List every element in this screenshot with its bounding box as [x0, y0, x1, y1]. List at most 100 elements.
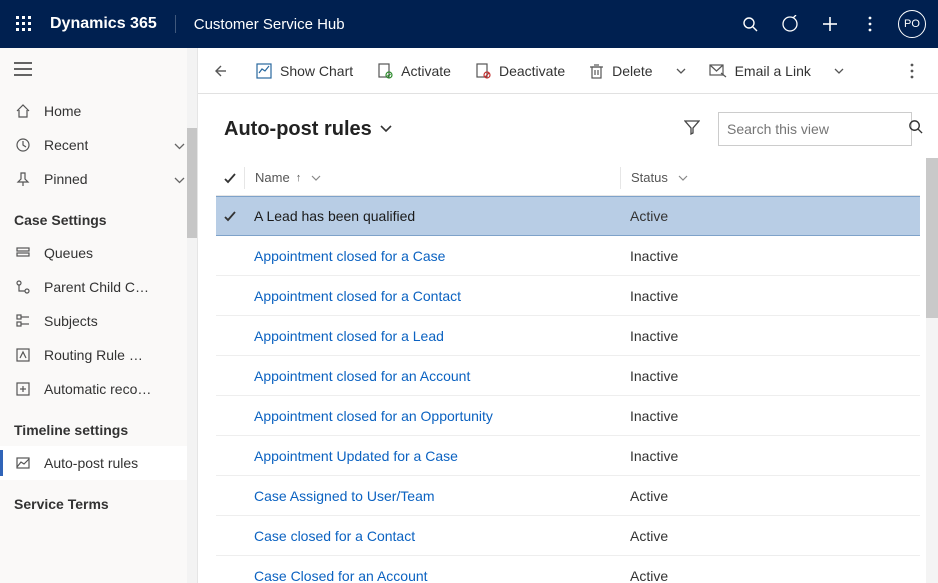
main-content: Show Chart Activate Deactivate Delete Em…: [198, 48, 938, 583]
column-name-label: Name: [255, 170, 290, 185]
parentchild-icon: [14, 279, 32, 295]
nav-item-pinned[interactable]: Pinned: [0, 162, 197, 196]
nav-item-queues[interactable]: Queues: [0, 236, 197, 270]
autopost-icon: [14, 455, 32, 471]
column-name-dropdown-icon[interactable]: [311, 172, 321, 184]
search-icon[interactable]: [730, 0, 770, 48]
select-all-checkbox[interactable]: [216, 171, 244, 185]
deactivate-label: Deactivate: [499, 63, 565, 79]
email-link-split-chevron-icon[interactable]: [825, 68, 853, 74]
row-status: Inactive: [620, 368, 920, 384]
row-name-link[interactable]: Case closed for a Contact: [244, 528, 620, 544]
app-name-label: Customer Service Hub: [194, 16, 345, 33]
row-name-link[interactable]: Appointment closed for an Opportunity: [244, 408, 620, 424]
column-header-name[interactable]: Name ↑: [244, 167, 620, 189]
row-status: Inactive: [620, 408, 920, 424]
subjects-icon: [14, 313, 32, 329]
nav-item-parent-child-case-[interactable]: Parent Child Case ...: [0, 270, 197, 304]
user-avatar[interactable]: PO: [898, 10, 926, 38]
column-header-status[interactable]: Status: [620, 167, 920, 189]
sitemap-toggle-icon[interactable]: [14, 62, 32, 81]
delete-button[interactable]: Delete: [579, 57, 662, 85]
row-name-link[interactable]: Case Closed for an Account: [244, 568, 620, 583]
nav-section-header: Timeline settings: [0, 406, 197, 446]
search-input[interactable]: [727, 121, 908, 137]
table-row[interactable]: Appointment closed for a ContactInactive: [216, 276, 920, 316]
row-name-link[interactable]: Appointment closed for an Account: [244, 368, 620, 384]
nav-item-subjects[interactable]: Subjects: [0, 304, 197, 338]
grid-header: Name ↑ Status: [216, 160, 920, 196]
delete-label: Delete: [612, 63, 652, 79]
content-scrollbar[interactable]: [926, 48, 938, 583]
row-status: Inactive: [620, 288, 920, 304]
site-map: Home Recent Pinned Case Settings Queues Pare…: [0, 48, 198, 583]
nav-item-label: Pinned: [44, 171, 88, 187]
nav-section-header: Service Terms: [0, 480, 197, 520]
add-icon[interactable]: [810, 0, 850, 48]
row-status: Inactive: [620, 448, 920, 464]
filter-icon[interactable]: [684, 119, 700, 140]
nav-item-automatic-record-[interactable]: Automatic record ...: [0, 372, 197, 406]
nav-item-recent[interactable]: Recent: [0, 128, 197, 162]
search-view-box[interactable]: [718, 112, 912, 146]
row-name-link[interactable]: Appointment closed for a Contact: [244, 288, 620, 304]
row-name-link[interactable]: A Lead has been qualified: [244, 208, 620, 224]
row-status: Active: [620, 208, 920, 224]
table-row[interactable]: Case closed for a ContactActive: [216, 516, 920, 556]
table-row[interactable]: A Lead has been qualifiedActive: [216, 196, 920, 236]
nav-item-label: Parent Child Case ...: [44, 279, 152, 295]
delete-split-chevron-icon[interactable]: [667, 68, 695, 74]
nav-item-auto-post-rules[interactable]: Auto-post rules: [0, 446, 197, 480]
email-link-label: Email a Link: [735, 63, 811, 79]
chevron-down-icon: [380, 125, 392, 133]
global-nav-bar: Dynamics 365 Customer Service Hub PO: [0, 0, 938, 48]
back-button[interactable]: [202, 63, 242, 79]
column-status-dropdown-icon[interactable]: [678, 172, 688, 184]
nav-item-routing-rule-sets[interactable]: Routing Rule Sets: [0, 338, 197, 372]
deactivate-button[interactable]: Deactivate: [465, 57, 575, 85]
email-link-button[interactable]: Email a Link: [699, 57, 821, 85]
nav-item-label: Subjects: [44, 313, 98, 329]
row-status: Active: [620, 528, 920, 544]
row-name-link[interactable]: Appointment Updated for a Case: [244, 448, 620, 464]
home-icon: [14, 103, 32, 119]
recent-icon: [14, 137, 32, 153]
brand-label[interactable]: Dynamics 365: [50, 15, 176, 33]
row-name-link[interactable]: Appointment closed for a Lead: [244, 328, 620, 344]
app-launcher-icon[interactable]: [12, 12, 36, 36]
grid: Name ↑ Status A Lead has been qualifiedA…: [198, 152, 938, 583]
table-row[interactable]: Case Closed for an AccountActive: [216, 556, 920, 583]
sidenav-scroll-thumb[interactable]: [187, 128, 197, 238]
activate-label: Activate: [401, 63, 451, 79]
row-status: Active: [620, 568, 920, 583]
view-header: Auto-post rules: [198, 94, 938, 152]
auto-icon: [14, 381, 32, 397]
nav-section-header: Case Settings: [0, 196, 197, 236]
nav-item-label: Auto-post rules: [44, 455, 138, 471]
table-row[interactable]: Appointment closed for a LeadInactive: [216, 316, 920, 356]
content-scroll-thumb[interactable]: [926, 158, 938, 318]
table-row[interactable]: Appointment closed for an AccountInactiv…: [216, 356, 920, 396]
show-chart-button[interactable]: Show Chart: [246, 57, 363, 85]
task-flow-icon[interactable]: [770, 0, 810, 48]
table-row[interactable]: Appointment closed for an OpportunityIna…: [216, 396, 920, 436]
activate-button[interactable]: Activate: [367, 57, 461, 85]
queues-icon: [14, 245, 32, 261]
table-row[interactable]: Appointment Updated for a CaseInactive: [216, 436, 920, 476]
chevron-down-icon: [174, 171, 185, 187]
table-row[interactable]: Appointment closed for a CaseInactive: [216, 236, 920, 276]
nav-item-label: Routing Rule Sets: [44, 347, 152, 363]
nav-item-home[interactable]: Home: [0, 94, 197, 128]
show-chart-label: Show Chart: [280, 63, 353, 79]
row-name-link[interactable]: Appointment closed for a Case: [244, 248, 620, 264]
routing-icon: [14, 347, 32, 363]
row-checkbox[interactable]: [216, 209, 244, 223]
table-row[interactable]: Case Assigned to User/TeamActive: [216, 476, 920, 516]
row-name-link[interactable]: Case Assigned to User/Team: [244, 488, 620, 504]
search-submit-icon[interactable]: [908, 119, 923, 139]
nav-item-label: Queues: [44, 245, 93, 261]
command-overflow-icon[interactable]: [894, 63, 930, 79]
nav-item-label: Home: [44, 103, 81, 119]
view-selector[interactable]: Auto-post rules: [224, 118, 392, 141]
more-vertical-icon[interactable]: [850, 0, 890, 48]
